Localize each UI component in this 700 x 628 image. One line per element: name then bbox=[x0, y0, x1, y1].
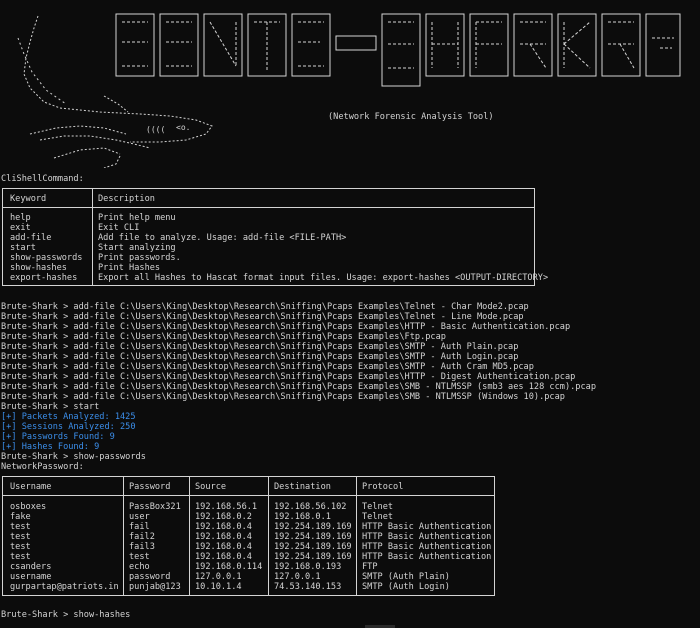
password-destination: 74.53.140.153 bbox=[274, 582, 342, 592]
password-destination: 192.254.189.169 bbox=[274, 522, 352, 532]
passwords-header-password: Password bbox=[129, 482, 171, 492]
session-line: Brute-Shark > add-file C:\Users\King\Des… bbox=[1, 322, 571, 332]
show-passwords-command: Brute-Shark > show-passwords bbox=[1, 452, 146, 462]
commands-header-description: Description bbox=[98, 194, 155, 204]
status-passwords-found: [+] Passwords Found: 9 bbox=[1, 432, 115, 442]
password-value: echo bbox=[129, 562, 150, 572]
password-protocol: SMTP (Auth Login) bbox=[362, 582, 450, 592]
password-protocol: FTP bbox=[362, 562, 378, 572]
command-keyword: help bbox=[10, 213, 31, 223]
password-protocol: HTTP Basic Authentication bbox=[362, 552, 492, 562]
password-protocol: Telnet bbox=[362, 512, 394, 522]
session-line: Brute-Shark > add-file C:\Users\King\Des… bbox=[1, 302, 529, 312]
password-username: username bbox=[10, 572, 52, 582]
commands-table-divider bbox=[92, 189, 93, 285]
command-keyword: show-hashes bbox=[10, 263, 67, 273]
password-username: test bbox=[10, 552, 31, 562]
password-username: csanders bbox=[10, 562, 52, 572]
show-hashes-command: Brute-Shark > show-hashes bbox=[1, 610, 131, 620]
cli-shell-command-header: CliShellCommand: bbox=[1, 174, 84, 184]
password-username: test bbox=[10, 532, 31, 542]
command-description: Print passwords. bbox=[98, 253, 181, 263]
passwords-table-divider bbox=[123, 477, 124, 595]
passwords-table: Username Password Source Destination Pro… bbox=[2, 476, 495, 596]
password-destination: 127.0.0.1 bbox=[274, 572, 321, 582]
status-packets-analyzed: [+] Packets Analyzed: 1425 bbox=[1, 412, 136, 422]
shark-logo-art: (((( <o. bbox=[17, 13, 681, 168]
passwords-header-destination: Destination bbox=[274, 482, 331, 492]
password-protocol: HTTP Basic Authentication bbox=[362, 542, 492, 552]
command-keyword: start bbox=[10, 243, 36, 253]
session-line: Brute-Shark > add-file C:\Users\King\Des… bbox=[1, 362, 534, 372]
status-sessions-analyzed: [+] Sessions Analyzed: 250 bbox=[1, 422, 136, 432]
passwords-table-divider bbox=[268, 477, 269, 595]
password-protocol: HTTP Basic Authentication bbox=[362, 532, 492, 542]
banner-subtitle: (Network Forensic Analysis Tool) bbox=[328, 112, 494, 122]
password-source: 192.168.0.4 bbox=[195, 552, 252, 562]
password-destination: 192.254.189.169 bbox=[274, 532, 352, 542]
password-username: osboxes bbox=[10, 502, 47, 512]
password-username: fake bbox=[10, 512, 31, 522]
password-source: 192.168.56.1 bbox=[195, 502, 258, 512]
command-keyword: exit bbox=[10, 223, 31, 233]
password-protocol: HTTP Basic Authentication bbox=[362, 522, 492, 532]
session-line: Brute-Shark > add-file C:\Users\King\Des… bbox=[1, 392, 565, 402]
passwords-table-divider bbox=[189, 477, 190, 595]
password-protocol: SMTP (Auth Plain) bbox=[362, 572, 450, 582]
banner: (((( <o. (Network Forensic Analysis Tool… bbox=[0, 8, 700, 168]
command-description: Start analyzing bbox=[98, 243, 176, 253]
password-value: punjab@123 bbox=[129, 582, 181, 592]
command-keyword: export-hashes bbox=[10, 273, 78, 283]
command-description: Exit CLI bbox=[98, 223, 140, 233]
session-line: Brute-Shark > start bbox=[1, 402, 100, 412]
password-source: 10.10.1.4 bbox=[195, 582, 242, 592]
session-line: Brute-Shark > add-file C:\Users\King\Des… bbox=[1, 342, 519, 352]
password-destination: 192.254.189.169 bbox=[274, 552, 352, 562]
command-description: Print help menu bbox=[98, 213, 176, 223]
password-destination: 192.168.0.193 bbox=[274, 562, 342, 572]
passwords-header-protocol: Protocol bbox=[362, 482, 404, 492]
password-value: fail3 bbox=[129, 542, 155, 552]
status-hashes-found: [+] Hashes Found: 9 bbox=[1, 442, 100, 452]
commands-header-keyword: Keyword bbox=[10, 194, 47, 204]
password-value: password bbox=[129, 572, 171, 582]
password-destination: 192.254.189.169 bbox=[274, 542, 352, 552]
passwords-header-source: Source bbox=[195, 482, 227, 492]
passwords-header-username: Username bbox=[10, 482, 52, 492]
session-line: Brute-Shark > add-file C:\Users\King\Des… bbox=[1, 332, 446, 342]
password-username: test bbox=[10, 522, 31, 532]
command-keyword: add-file bbox=[10, 233, 52, 243]
svg-text:<o.: <o. bbox=[176, 123, 190, 132]
password-value: fail2 bbox=[129, 532, 155, 542]
passwords-table-divider bbox=[356, 477, 357, 595]
password-value: PassBox321 bbox=[129, 502, 181, 512]
command-description: Print Hashes bbox=[98, 263, 161, 273]
password-source: 192.168.0.2 bbox=[195, 512, 252, 522]
session-line: Brute-Shark > add-file C:\Users\King\Des… bbox=[1, 352, 519, 362]
password-username: test bbox=[10, 542, 31, 552]
session-line: Brute-Shark > add-file C:\Users\King\Des… bbox=[1, 312, 524, 322]
password-source: 192.168.0.4 bbox=[195, 542, 252, 552]
password-destination: 192.168.56.102 bbox=[274, 502, 347, 512]
command-description: Export all Hashes to Hascat format input… bbox=[98, 273, 549, 283]
session-line: Brute-Shark > add-file C:\Users\King\Des… bbox=[1, 382, 596, 392]
password-destination: 192.168.0.1 bbox=[274, 512, 331, 522]
commands-table: Keyword Description help Print help menu… bbox=[2, 188, 548, 286]
password-source: 192.168.0.4 bbox=[195, 522, 252, 532]
command-description: Add file to analyze. Usage: add-file <FI… bbox=[98, 233, 347, 243]
password-value: fail bbox=[129, 522, 150, 532]
password-source: 192.168.0.4 bbox=[195, 532, 252, 542]
password-source: 127.0.0.1 bbox=[195, 572, 242, 582]
commands-table-header bbox=[3, 189, 534, 208]
password-username: gurpartap@patriots.in bbox=[10, 582, 119, 592]
password-value: user bbox=[129, 512, 150, 522]
command-keyword: show-passwords bbox=[10, 253, 83, 263]
password-protocol: Telnet bbox=[362, 502, 394, 512]
password-source: 192.168.0.114 bbox=[195, 562, 263, 572]
passwords-table-header bbox=[3, 477, 494, 496]
network-password-header: NetworkPassword: bbox=[1, 462, 84, 472]
password-value: test bbox=[129, 552, 150, 562]
svg-text:((((: (((( bbox=[146, 125, 165, 134]
session-line: Brute-Shark > add-file C:\Users\King\Des… bbox=[1, 372, 576, 382]
